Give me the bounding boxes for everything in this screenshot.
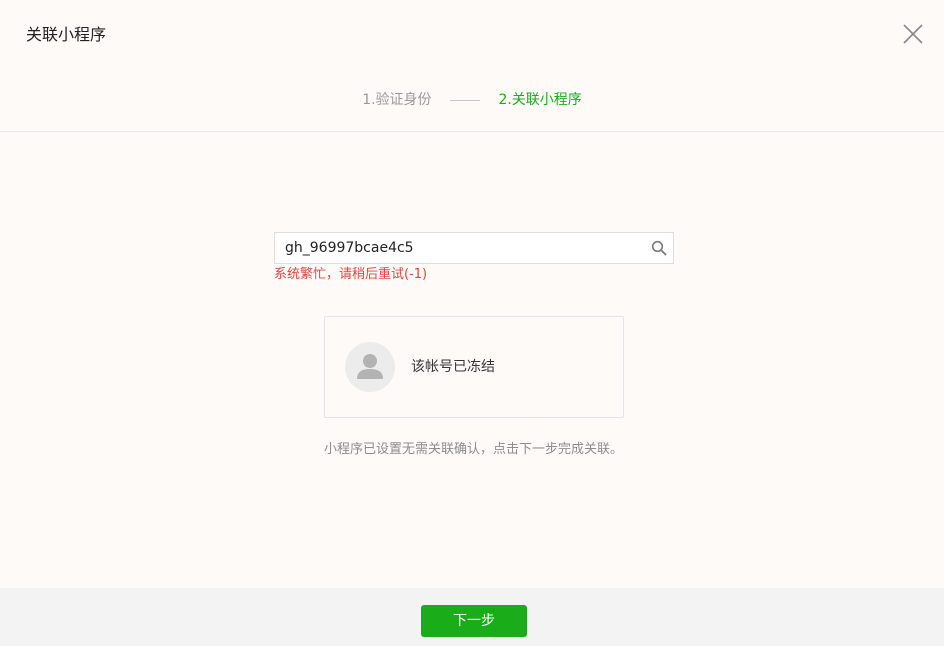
search-icon[interactable] <box>651 240 667 256</box>
account-card: 该帐号已冻结 <box>324 316 624 418</box>
link-mini-program-dialog: 关联小程序 1.验证身份 2.关联小程序 系统繁忙，请稍后重试(-1) 该帐 <box>0 0 944 646</box>
step-connector <box>450 99 480 101</box>
dialog-title: 关联小程序 <box>26 25 107 44</box>
header-divider <box>0 131 944 132</box>
hint-text: 小程序已设置无需关联确认，点击下一步完成关联。 <box>324 442 624 457</box>
search-box <box>274 232 674 264</box>
error-message: 系统繁忙，请稍后重试(-1) <box>274 267 428 282</box>
user-avatar-icon <box>345 342 395 392</box>
step-indicator: 1.验证身份 2.关联小程序 <box>0 90 944 110</box>
account-status-text: 该帐号已冻结 <box>411 359 495 375</box>
step-verify-identity: 1.验证身份 <box>362 92 432 108</box>
step-link-mini-program: 2.关联小程序 <box>498 92 582 108</box>
dialog-footer: 下一步 <box>0 588 944 646</box>
next-step-button[interactable]: 下一步 <box>421 605 527 637</box>
close-icon[interactable] <box>903 24 923 44</box>
app-id-search-input[interactable] <box>285 233 635 263</box>
